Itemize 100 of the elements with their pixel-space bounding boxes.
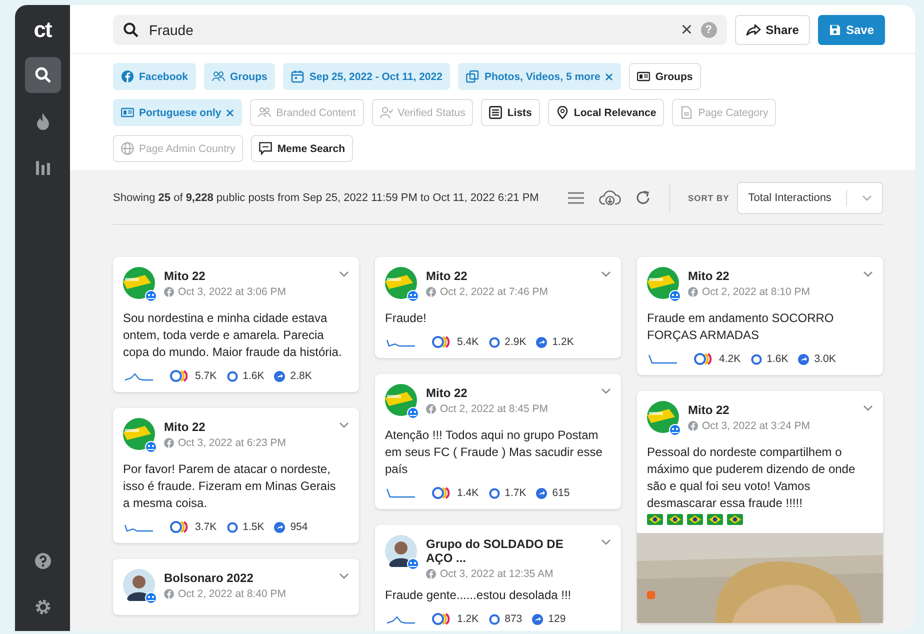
flag-icon — [687, 514, 703, 525]
chevron-down-icon[interactable] — [601, 539, 611, 545]
images-icon — [466, 70, 480, 83]
post-date[interactable]: Oct 3, 2022 at 3:24 PM — [702, 420, 810, 432]
filter-chip[interactable]: Groups — [204, 63, 276, 90]
flag-icon — [667, 514, 683, 525]
share-button[interactable]: Share — [734, 15, 810, 45]
logo-avatar-icon — [385, 267, 417, 299]
search-field[interactable]: Fraude × ? — [113, 15, 727, 45]
post-date[interactable]: Oct 3, 2022 at 12:35 AM — [440, 568, 554, 580]
flag-icon — [707, 514, 723, 525]
person-check-icon — [380, 106, 393, 119]
id-card-icon — [637, 70, 650, 83]
sort-dropdown[interactable]: Total Interactions — [737, 182, 883, 214]
chevron-down-icon[interactable] — [863, 405, 873, 411]
comment-icon — [750, 354, 762, 364]
filter-chip[interactable]: Meme Search — [251, 135, 354, 162]
filter-chip[interactable]: Photos, Videos, 5 more — [458, 63, 622, 90]
group-badge-icon — [407, 558, 419, 570]
facebook-icon — [688, 287, 698, 297]
page-name[interactable]: Mito 22 — [426, 386, 592, 400]
remove-icon[interactable] — [605, 72, 614, 80]
results-summary: Showing 25 of 9,228 public posts from Sep 25, 2022 11:59 PM to Oct 11, 2022 6:21 PM — [113, 191, 540, 206]
post-text: Sou nordestina e minha cidade estava ontem, toda verde e amarela. Parecia copa do mundo. Maior fraude da história. — [123, 310, 343, 361]
flame-icon — [34, 112, 50, 130]
page-name[interactable]: Mito 22 — [426, 269, 592, 283]
comment-count: 1.7K — [504, 487, 526, 499]
search-icon — [123, 22, 139, 38]
menu-icon[interactable] — [567, 191, 585, 205]
post-date[interactable]: Oct 2, 2022 at 8:10 PM — [702, 286, 810, 298]
filter-chip[interactable]: Groups — [629, 63, 701, 90]
share-count: 1.2K — [552, 336, 574, 348]
post-date[interactable]: Oct 2, 2022 at 8:40 PM — [178, 588, 286, 600]
app-logo[interactable]: ct — [34, 17, 52, 43]
help-button[interactable]: ? — [700, 22, 717, 38]
post-text: Pessoal do nordeste compartilhem o máximo que puderem dizendo de onde são e qual foi seu voto! Vamos desmascarar essa fraude !!!!! — [647, 444, 856, 512]
chevron-down-icon[interactable] — [339, 573, 349, 579]
comment-icon — [226, 370, 238, 382]
save-button[interactable]: Save — [818, 15, 885, 45]
post-date[interactable]: Oct 3, 2022 at 6:23 PM — [178, 437, 286, 449]
post-text: Fraude! — [385, 310, 428, 327]
share-icon — [274, 522, 286, 532]
logo-avatar-icon — [647, 401, 679, 433]
list-icon — [489, 106, 502, 119]
filter-chip[interactable]: Portuguese only — [113, 99, 242, 126]
group-badge-icon — [145, 290, 157, 302]
page-name[interactable]: Mito 22 — [164, 269, 330, 283]
share-count: 129 — [548, 613, 566, 625]
page-name[interactable]: Mito 22 — [688, 269, 854, 283]
filter-chip[interactable]: Lists — [481, 99, 540, 126]
clear-button[interactable]: × — [680, 20, 693, 40]
filter-chip[interactable]: Sep 25, 2022 - Oct 11, 2022 — [283, 63, 450, 90]
refresh-icon[interactable] — [635, 190, 651, 206]
id-card-icon — [121, 106, 134, 119]
reactions-icon — [694, 353, 714, 365]
chevron-down-icon[interactable] — [601, 271, 611, 277]
page-name[interactable]: Grupo do SOLDADO DE AÇO ... — [426, 537, 592, 565]
comment-icon — [488, 488, 500, 498]
post-text: Fraude gente......estou desolada !!! — [385, 587, 572, 604]
group-badge-icon — [407, 290, 419, 302]
chevron-down-icon[interactable] — [339, 271, 349, 277]
comment-count: 2.9K — [504, 336, 526, 348]
share-count: 615 — [552, 487, 570, 499]
post-date[interactable]: Oct 2, 2022 at 7:46 PM — [440, 286, 548, 298]
page-name[interactable]: Mito 22 — [688, 403, 854, 417]
download-icon[interactable] — [599, 190, 621, 206]
filter-chip[interactable]: Facebook — [113, 63, 196, 90]
page-name[interactable]: Mito 22 — [164, 420, 330, 434]
share-icon — [536, 488, 548, 498]
remove-icon[interactable] — [226, 108, 234, 116]
reactions-icon — [432, 336, 452, 348]
post-text: Fraude em andamento SOCORRO FORÇAS ARMADAS — [647, 310, 835, 344]
search-nav-button[interactable] — [24, 57, 60, 93]
comment-icon — [488, 614, 500, 624]
post-date[interactable]: Oct 3, 2022 at 3:06 PM — [178, 286, 286, 298]
reactions-icon — [432, 613, 452, 625]
chevron-down-icon[interactable] — [863, 271, 873, 277]
chevron-down-icon[interactable] — [339, 422, 349, 428]
comment-icon — [488, 336, 500, 348]
chevron-down-icon[interactable] — [862, 195, 872, 201]
chevron-down-icon[interactable] — [601, 388, 611, 394]
location-pin-icon — [556, 106, 569, 119]
post-date[interactable]: Oct 2, 2022 at 8:45 PM — [440, 403, 548, 415]
reaction-count: 4.2K — [719, 353, 741, 365]
page-name[interactable]: Bolsonaro 2022 — [164, 571, 330, 585]
group-badge-icon — [669, 290, 681, 302]
settings-icon — [34, 598, 52, 616]
calendar-icon — [291, 70, 304, 83]
logo-avatar-icon — [385, 384, 417, 416]
people-icon — [258, 106, 272, 119]
post-text: Atenção !!! Todos aqui no grupo Postam em seus FC ( Fraude ) Mas sacudir esse país — [385, 427, 604, 478]
reaction-count: 1.4K — [457, 487, 479, 499]
reaction-count: 5.7K — [195, 370, 217, 382]
comment-count: 1.6K — [766, 353, 788, 365]
facebook-icon — [688, 421, 698, 431]
share-count: 954 — [290, 521, 308, 533]
reaction-count: 5.4K — [457, 336, 479, 348]
logo-avatar-icon — [647, 267, 679, 299]
share-icon — [536, 336, 548, 348]
filter-chip[interactable]: Local Relevance — [548, 99, 664, 126]
